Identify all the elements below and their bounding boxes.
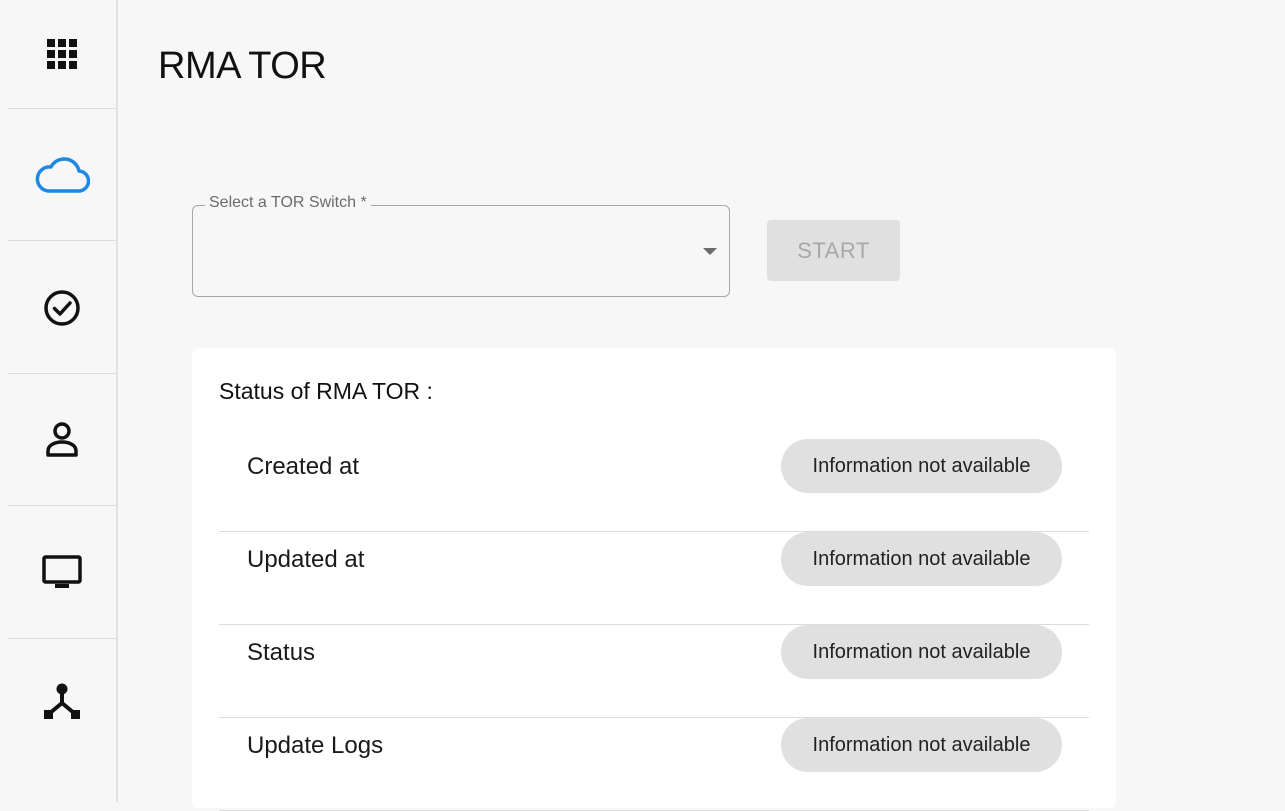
page-title: RMA TOR <box>158 45 327 87</box>
person-icon <box>46 422 78 457</box>
sidebar-nav <box>0 0 118 802</box>
status-card: Status of RMA TOR : Created at Informati… <box>192 348 1116 811</box>
apps-grid-icon <box>47 39 77 69</box>
check-circle-icon <box>44 289 80 326</box>
status-row-update-logs: Update Logs Information not available <box>219 718 1089 811</box>
status-chip: Information not available <box>781 625 1062 679</box>
sidebar-item-cloud[interactable] <box>8 108 116 241</box>
sidebar-item-topology[interactable] <box>8 638 116 802</box>
sidebar-item-apps[interactable] <box>8 0 116 108</box>
status-heading: Status of RMA TOR : <box>219 378 433 404</box>
start-button[interactable]: START <box>767 220 900 281</box>
row-label: Updated at <box>247 546 365 573</box>
status-row-status: Status Information not available <box>219 625 1089 718</box>
row-label: Status <box>247 639 316 666</box>
status-row-created: Created at Information not available <box>219 439 1089 532</box>
tor-switch-select-label: Select a TOR Switch * <box>205 194 371 212</box>
cloud-icon <box>35 157 90 193</box>
dropdown-arrow-icon[interactable] <box>703 248 717 255</box>
monitor-icon <box>42 554 82 588</box>
status-chip: Information not available <box>781 532 1062 586</box>
status-chip: Information not available <box>781 718 1062 772</box>
tor-switch-select[interactable]: Select a TOR Switch * <box>192 194 730 297</box>
status-row-updated: Updated at Information not available <box>219 532 1089 625</box>
row-label: Update Logs <box>247 732 384 759</box>
sidebar-item-devices[interactable] <box>8 505 116 639</box>
status-chip: Information not available <box>781 439 1062 493</box>
network-tree-icon <box>44 683 80 719</box>
sidebar-item-tasks[interactable] <box>8 240 116 374</box>
row-label: Created at <box>247 453 360 480</box>
sidebar-item-users[interactable] <box>8 373 116 506</box>
